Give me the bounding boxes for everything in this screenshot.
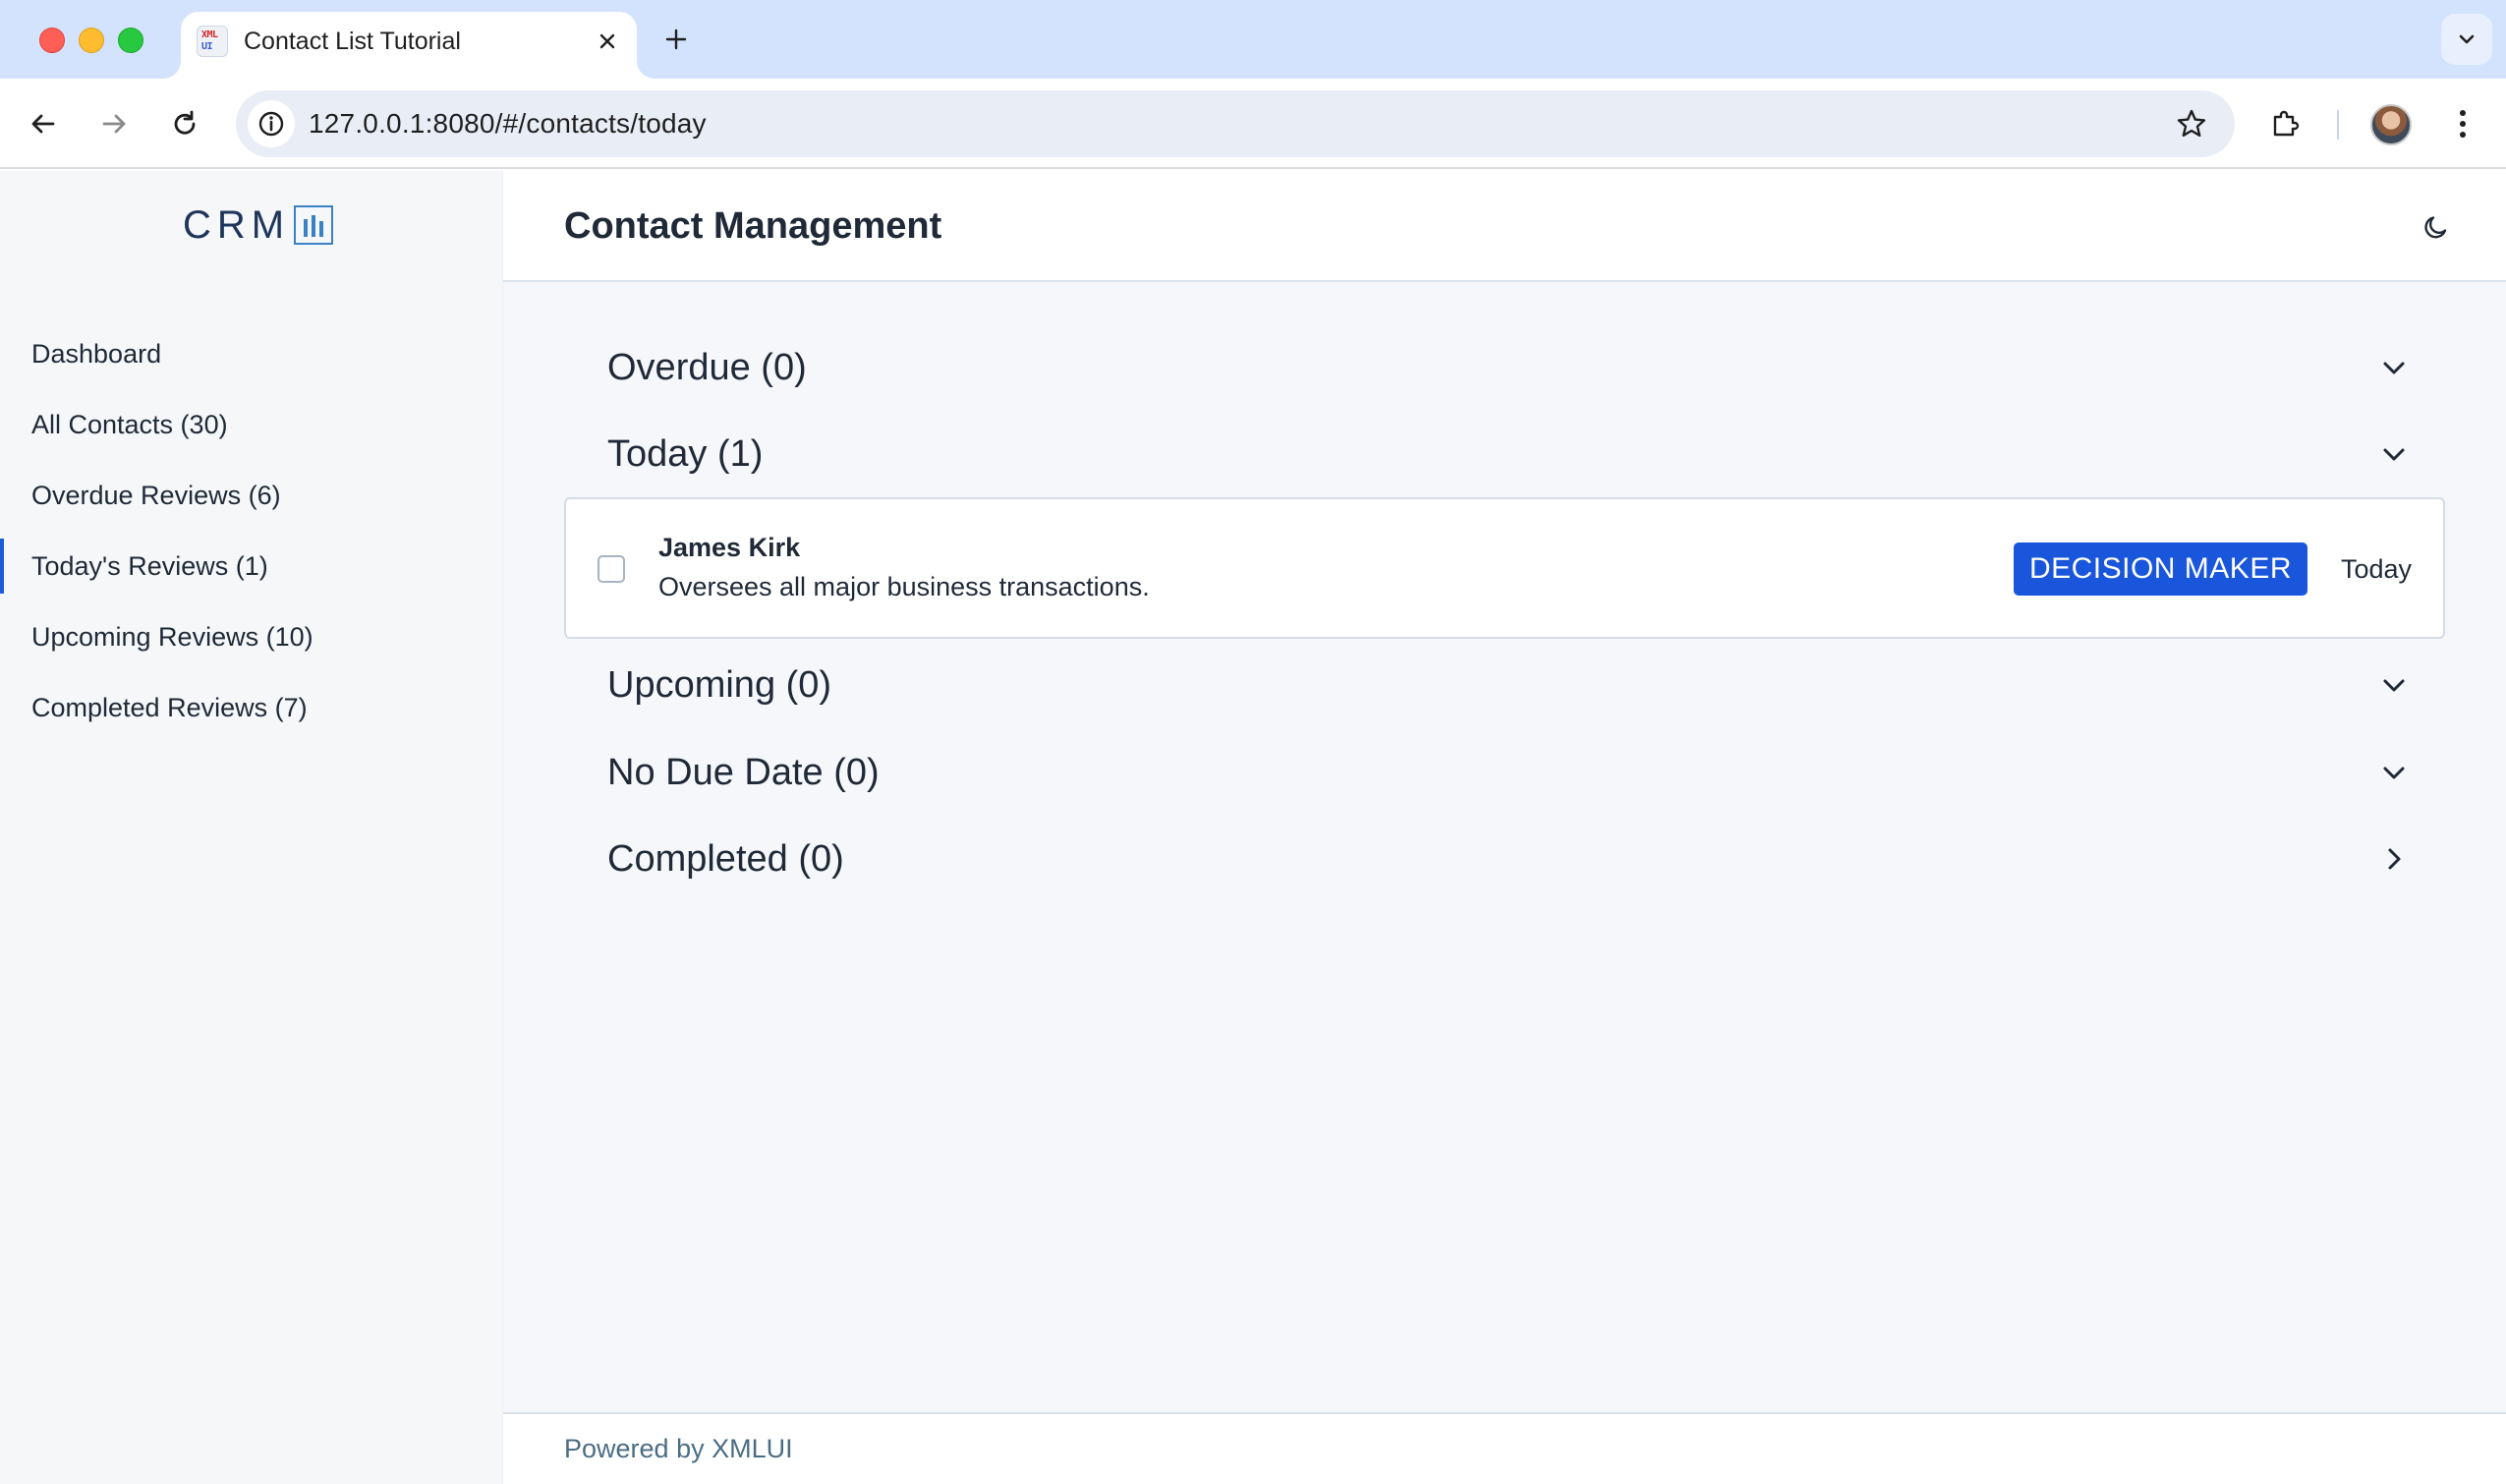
chevron-down-icon[interactable]: [2372, 751, 2416, 794]
contact-description: Oversees all major business transactions…: [658, 572, 1150, 601]
sidebar-item-all-contacts[interactable]: All Contacts (30): [0, 389, 503, 460]
section-title: Overdue (0): [607, 347, 807, 388]
address-bar[interactable]: 127.0.0.1:8080/#/contacts/today: [236, 90, 2235, 157]
arrow-right-icon[interactable]: [90, 100, 138, 147]
app-footer: Powered by XMLUI: [503, 1412, 2506, 1484]
chevron-down-icon[interactable]: [2372, 663, 2416, 707]
section-title: Completed (0): [607, 838, 844, 880]
bar-chart-icon: [294, 205, 334, 245]
chevron-down-icon[interactable]: [2372, 432, 2416, 476]
contact-due-date: Today: [2340, 554, 2412, 584]
sidebar-item-todays-reviews[interactable]: Today's Reviews (1): [0, 531, 503, 601]
section-title: Upcoming (0): [607, 664, 832, 706]
window-close-button[interactable]: [39, 28, 65, 53]
app-header: Contact Management: [503, 171, 2506, 282]
window-minimize-button[interactable]: [79, 28, 104, 53]
sidebar-item-dashboard[interactable]: Dashboard: [0, 318, 503, 389]
address-url[interactable]: 127.0.0.1:8080/#/contacts/today: [309, 90, 707, 157]
tab-title: Contact List Tutorial: [244, 28, 461, 55]
sidebar-item-upcoming-reviews[interactable]: Upcoming Reviews (10): [0, 601, 503, 672]
crm-logo[interactable]: CRM: [183, 200, 334, 250]
puzzle-icon[interactable]: [2260, 98, 2311, 149]
sidebar-nav: Dashboard All Contacts (30) Overdue Revi…: [0, 318, 503, 743]
logo-text: CRM: [183, 202, 291, 247]
section-today[interactable]: Today (1): [564, 416, 2445, 492]
contact-card[interactable]: James Kirk Oversees all major business t…: [564, 497, 2445, 639]
sidebar: CRM Dashboard All Contacts (30) Overdue …: [0, 171, 503, 1484]
section-completed[interactable]: Completed (0): [564, 821, 2445, 897]
section-upcoming[interactable]: Upcoming (0): [564, 647, 2445, 723]
chevron-down-icon[interactable]: [2372, 346, 2416, 389]
chevron-down-icon[interactable]: [2441, 14, 2492, 65]
contact-tag-badge: DECISION MAKER: [2013, 542, 2307, 596]
browser-tab[interactable]: XML UI Contact List Tutorial: [181, 12, 637, 79]
kebab-menu-icon[interactable]: [2437, 98, 2488, 149]
sidebar-item-completed-reviews[interactable]: Completed Reviews (7): [0, 672, 503, 743]
plus-icon[interactable]: [656, 20, 696, 59]
section-title: Today (1): [607, 433, 764, 475]
close-icon[interactable]: [592, 26, 623, 57]
footer-powered-by: Powered by XMLUI: [564, 1434, 793, 1463]
arrow-left-icon[interactable]: [20, 100, 67, 147]
browser-toolbar: 127.0.0.1:8080/#/contacts/today: [0, 79, 2506, 169]
page-title: Contact Management: [564, 205, 942, 247]
toolbar-divider: [2337, 110, 2339, 140]
main-content: Overdue (0) Today (1) James Kirk Oversee…: [503, 282, 2506, 1412]
info-icon[interactable]: [248, 100, 295, 147]
moon-icon[interactable]: [2412, 202, 2461, 252]
chevron-right-icon[interactable]: [2372, 837, 2416, 881]
section-overdue[interactable]: Overdue (0): [564, 329, 2445, 406]
window-zoom-button[interactable]: [118, 28, 143, 53]
reload-icon[interactable]: [161, 100, 208, 147]
browser-tab-strip: XML UI Contact List Tutorial: [0, 0, 2506, 79]
section-no-due-date[interactable]: No Due Date (0): [564, 734, 2445, 811]
contact-checkbox[interactable]: [598, 555, 625, 583]
contact-name: James Kirk: [658, 533, 801, 562]
avatar[interactable]: [2370, 104, 2412, 145]
sidebar-item-overdue-reviews[interactable]: Overdue Reviews (6): [0, 460, 503, 531]
xmlui-favicon-icon: XML UI: [197, 26, 228, 57]
section-title: No Due Date (0): [607, 752, 880, 793]
star-icon[interactable]: [2170, 102, 2213, 145]
